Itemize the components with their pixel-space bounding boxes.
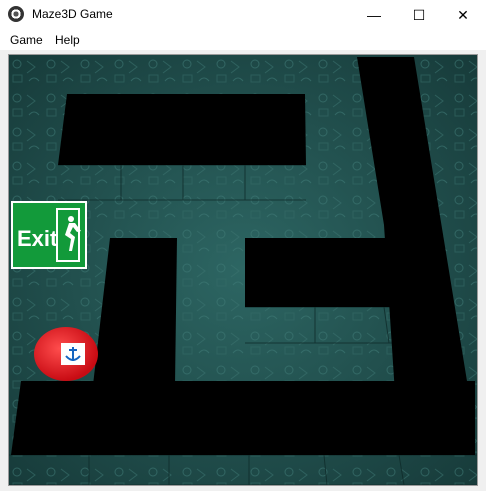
- game-viewport[interactable]: Exit: [8, 54, 478, 486]
- wall-top: [58, 94, 306, 165]
- minimize-button[interactable]: —: [351, 0, 397, 30]
- menu-help[interactable]: Help: [55, 33, 80, 47]
- window-title: Maze3D Game: [32, 7, 113, 21]
- maximize-button[interactable]: ☐: [396, 0, 442, 30]
- wall-middle: [245, 238, 399, 307]
- maze-scene[interactable]: Exit: [9, 55, 477, 485]
- player-ball[interactable]: [34, 327, 98, 381]
- exit-sign-text: Exit: [17, 226, 58, 251]
- menu-bar: Game Help: [0, 30, 486, 50]
- app-icon: [8, 6, 24, 22]
- title-bar: Maze3D Game — ☐ ✕: [0, 0, 486, 30]
- menu-game[interactable]: Game: [10, 33, 43, 47]
- exit-sign[interactable]: Exit: [11, 201, 87, 269]
- close-button[interactable]: ✕: [440, 0, 486, 30]
- wall-bottom: [11, 381, 475, 455]
- window-bottom-edge: [0, 486, 486, 491]
